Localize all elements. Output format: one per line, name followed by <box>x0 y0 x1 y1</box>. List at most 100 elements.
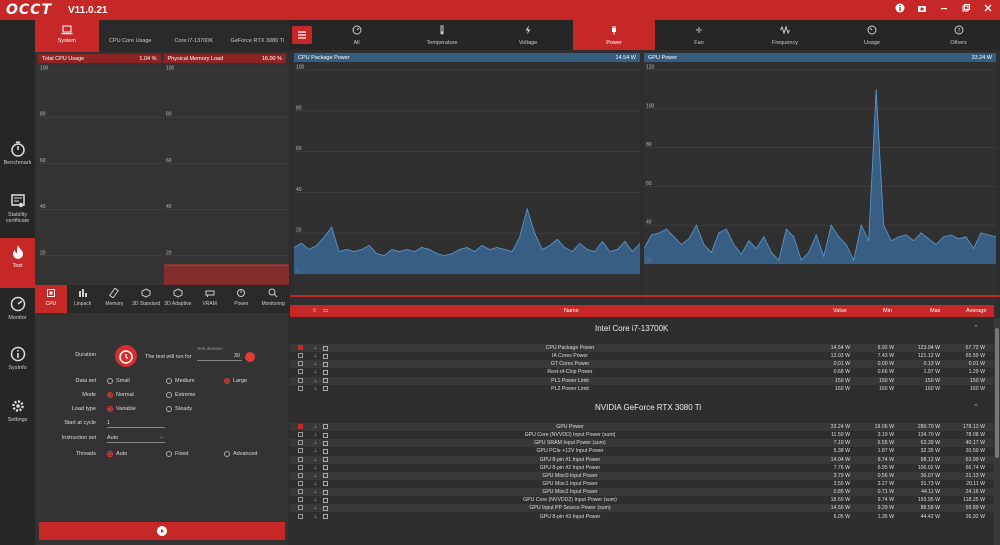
table-row[interactable]: ⊥ PL2 Power Limit 160 W 160 W 160 W 160 W <box>290 385 994 393</box>
graph-toggle-icon[interactable] <box>323 424 328 430</box>
column-value[interactable]: Value <box>833 308 847 314</box>
table-row[interactable]: ⊥ GPU Misc1 Input Power 3.55 W 3.27 W 31.73 … <box>290 480 994 488</box>
graph-toggle-icon[interactable] <box>323 514 328 520</box>
duration-stepper[interactable] <box>245 352 255 362</box>
row-checkbox[interactable] <box>298 369 303 375</box>
threads-advanced[interactable]: Advanced <box>224 451 257 457</box>
row-checkbox[interactable] <box>298 472 303 478</box>
row-checkbox[interactable] <box>298 505 303 511</box>
instruction-set-select[interactable]: Auto ⌄ <box>107 434 165 443</box>
pin-icon[interactable]: ⊥ <box>313 497 318 503</box>
row-checkbox[interactable] <box>298 423 303 429</box>
pin-icon[interactable]: ⊥ <box>313 489 318 495</box>
close-icon[interactable] <box>982 3 994 15</box>
table-row[interactable]: ⊥ IA Cores Power 13.03 W 7.43 W 121.12 W 65.5… <box>290 352 994 360</box>
graph-toggle-icon[interactable] <box>323 369 328 375</box>
table-row[interactable]: ⊥ GPU PCIe +12V Input Power 5.38 W 1.87 W 32… <box>290 447 994 455</box>
category-temperature[interactable]: Temperature <box>401 20 483 50</box>
table-row[interactable]: ⊥ GPU 8-pin #3 Input Power 6.05 W 1.35 W 44.… <box>290 513 994 521</box>
graph-toggle-icon[interactable] <box>323 497 328 503</box>
tab-cpu-model[interactable]: Core i7-13700K <box>162 20 226 52</box>
restore-icon[interactable] <box>960 3 972 15</box>
graph-toggle-icon[interactable] <box>323 353 328 359</box>
table-row[interactable]: ⊥ GPU Core (NVVDD) Input Power (sum) 11.59… <box>290 431 994 439</box>
threads-fixed[interactable]: Fixed <box>166 451 188 457</box>
row-checkbox[interactable] <box>298 377 303 383</box>
column-max[interactable]: Max <box>930 308 940 314</box>
pin-icon[interactable]: ⊥ <box>313 448 318 454</box>
tab-cpu-core-usage[interactable]: CPU Core Usage <box>99 20 163 52</box>
row-checkbox[interactable] <box>298 456 303 462</box>
pin-icon[interactable]: ⊥ <box>313 361 318 367</box>
table-row[interactable]: ⊥ PL1 Power Limit 150 W 150 W 150 W 150 W <box>290 376 994 385</box>
row-checkbox[interactable] <box>298 345 303 350</box>
column-name[interactable]: Name <box>564 308 579 314</box>
nav-settings[interactable]: Settings <box>0 392 35 442</box>
tab-gpu-model[interactable]: GeForce RTX 3080 Ti <box>226 20 290 52</box>
start-cycle-input[interactable]: 1 <box>107 419 165 428</box>
alarm-clock-icon[interactable] <box>115 345 137 367</box>
pin-icon[interactable]: ⊥ <box>313 514 318 520</box>
pin-icon[interactable]: ⊥ <box>313 481 318 487</box>
pin-icon[interactable]: ⊥ <box>313 424 318 430</box>
load-steady[interactable]: Steady <box>166 406 192 412</box>
graph-toggle-icon[interactable] <box>323 505 328 511</box>
pin-icon[interactable]: ⊥ <box>313 353 318 359</box>
camera-icon[interactable] <box>916 3 928 15</box>
row-checkbox[interactable] <box>298 432 303 438</box>
chevron-up-icon[interactable]: ⌃ <box>973 403 979 411</box>
tab-test-monitoring[interactable]: Monitoring <box>257 285 289 313</box>
pin-icon[interactable]: ⊥ <box>313 369 318 375</box>
row-checkbox[interactable] <box>298 353 303 359</box>
category-all[interactable]: All <box>312 20 401 50</box>
table-row[interactable]: ⊥ GPU Power 33.24 W 19.06 W 280.70 W 178.13 W <box>290 422 994 431</box>
load-variable[interactable]: Variable <box>107 406 136 412</box>
nav-stability-certificate[interactable]: Stability certificate <box>0 187 35 237</box>
table-row[interactable]: ⊥ GT Cores Power 0.01 W 0.00 W 0.13 W 0.01 W <box>290 360 994 369</box>
scrollbar-thumb[interactable] <box>995 328 999 458</box>
graph-toggle-icon[interactable] <box>323 361 328 367</box>
row-checkbox[interactable] <box>298 385 303 391</box>
menu-button[interactable] <box>292 26 312 44</box>
row-checkbox[interactable] <box>298 440 303 446</box>
graph-toggle-icon[interactable] <box>323 378 328 384</box>
graph-toggle-icon[interactable] <box>323 448 328 454</box>
pin-icon[interactable]: ⊥ <box>313 505 318 511</box>
tab-test-3d-standard[interactable]: 3D Standard <box>130 285 162 313</box>
graph-toggle-icon[interactable] <box>323 432 328 438</box>
duration-input[interactable]: 30 <box>197 352 242 361</box>
tab-test-linpack[interactable]: Linpack <box>67 285 99 313</box>
row-checkbox[interactable] <box>298 361 303 367</box>
category-frequency[interactable]: Frequency <box>743 20 827 50</box>
info-icon[interactable] <box>894 3 906 15</box>
graph-toggle-icon[interactable] <box>323 440 328 446</box>
pin-icon[interactable]: ⊥ <box>313 440 318 446</box>
pin-icon[interactable]: ⊥ <box>313 432 318 438</box>
pin-icon[interactable]: ⊥ <box>313 345 318 351</box>
tab-test-vram[interactable]: VRAM <box>194 285 226 313</box>
row-checkbox[interactable] <box>298 464 303 470</box>
sensor-group-header[interactable]: NVIDIA GeForce RTX 3080 Ti ⌃ <box>290 397 994 419</box>
row-checkbox[interactable] <box>298 489 303 495</box>
column-average[interactable]: Average <box>966 308 986 314</box>
tab-test-cpu[interactable]: CPU <box>35 285 67 313</box>
dataset-small[interactable]: Small <box>107 378 130 384</box>
table-row[interactable]: ⊥ GPU Misc0 Input Power 3.79 W 0.56 W 36.07 … <box>290 471 994 480</box>
table-row[interactable]: ⊥ GPU SRAM Input Power (sum) 7.10 W 6.55 W 6… <box>290 439 994 448</box>
table-scrollbar[interactable] <box>994 318 1000 545</box>
graph-toggle-icon[interactable] <box>323 489 328 495</box>
graph-toggle-icon[interactable] <box>323 473 328 479</box>
category-power[interactable]: Power <box>573 20 655 50</box>
graph-toggle-icon[interactable] <box>323 481 328 487</box>
table-row[interactable]: ⊥ GPU Misc2 Input Power 0.85 W 0.71 W 44.11 … <box>290 488 994 497</box>
chevron-up-icon[interactable]: ⌃ <box>973 324 979 332</box>
graph-toggle-icon[interactable] <box>323 386 328 392</box>
star-icon[interactable]: ☆ <box>312 308 317 314</box>
tab-test-memory[interactable]: Memory <box>99 285 131 313</box>
graph-toggle-icon[interactable] <box>323 345 328 351</box>
pin-icon[interactable]: ⊥ <box>313 473 318 479</box>
nav-test[interactable]: Test <box>0 238 35 288</box>
tab-system[interactable]: System <box>35 20 99 52</box>
category-fan[interactable]: Fan <box>655 20 743 50</box>
category-voltage[interactable]: Voltage <box>483 20 573 50</box>
